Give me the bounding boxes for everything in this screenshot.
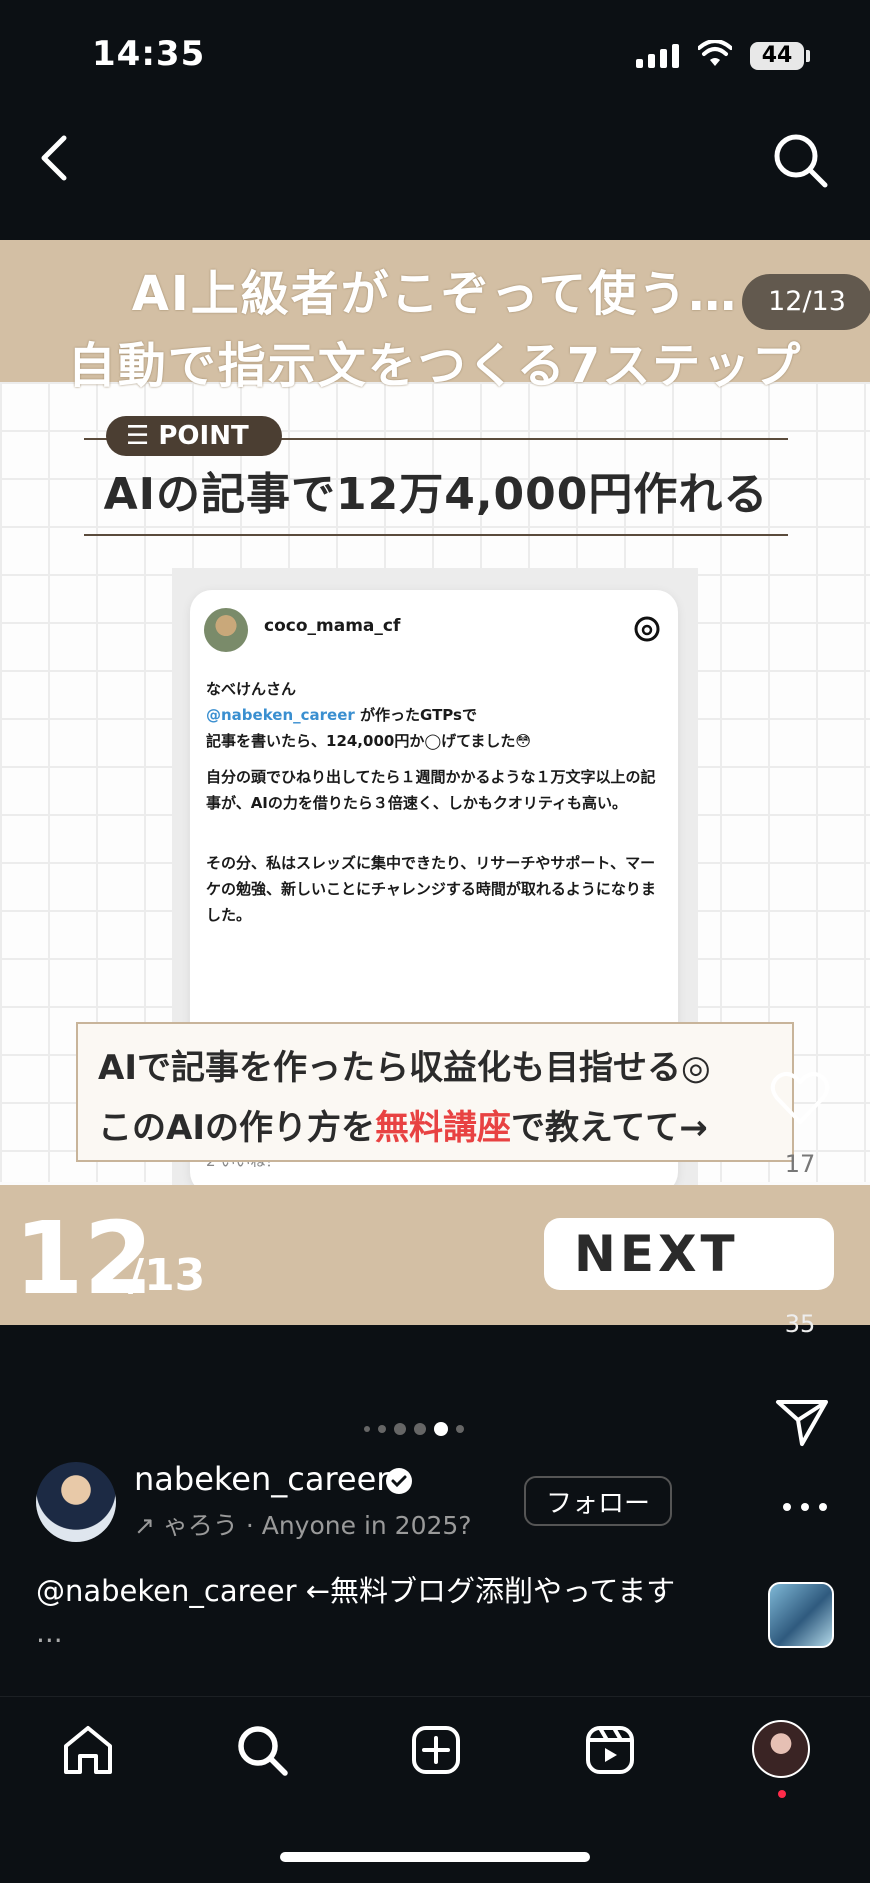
more-icon[interactable] xyxy=(780,1500,830,1514)
caption-text[interactable]: @nabeken_career ←無料ブログ添削やってます xyxy=(36,1568,675,1610)
verified-icon xyxy=(386,1468,412,1494)
comment-count[interactable]: 35 xyxy=(770,1310,830,1338)
divider xyxy=(84,534,788,536)
point-tag: ☰ POINT xyxy=(106,416,282,456)
cta-line-2-post: で教えてて→ xyxy=(510,1108,708,1148)
battery-indicator: 44 xyxy=(750,42,804,70)
audio-thumbnail[interactable] xyxy=(768,1582,834,1648)
carousel-dots xyxy=(364,1422,464,1436)
page-indicator: 12/13 xyxy=(742,274,870,330)
share-icon[interactable] xyxy=(774,1396,830,1448)
author-audio-subtitle[interactable]: ↗ ゃろう · Anyone in 2025? xyxy=(134,1506,472,1542)
notification-dot xyxy=(778,1790,786,1798)
quoted-line-2: @nabeken_career が作ったGTPsで xyxy=(206,702,666,728)
title-banner: AI上級者がこぞって使う… 自動で指示文をつくる7ステップ xyxy=(0,240,870,394)
create-icon[interactable] xyxy=(406,1720,466,1780)
quoted-username: coco_mama_cf xyxy=(264,616,401,636)
quoted-greeting: なべけんさん xyxy=(206,680,297,698)
page-total: /13 xyxy=(128,1250,206,1301)
cta-line-2-pre: このAIの作り方を xyxy=(98,1108,375,1148)
quoted-mention: @nabeken_career xyxy=(206,706,355,724)
quoted-line-2-rest: が作ったGTPsで xyxy=(354,706,477,724)
follow-button[interactable]: フォロー xyxy=(524,1476,672,1526)
quoted-line-3: 記事を書いたら、124,000円か◯げてました😳 xyxy=(206,732,531,750)
cta-line-2: このAIの作り方を無料講座で教えてて→ xyxy=(98,1100,708,1149)
point-title: AIの記事で12万4,000円作れる xyxy=(103,469,769,520)
title-line-2: 自動で指示文をつくる7ステップ xyxy=(67,338,803,394)
quoted-paragraph-3: その分、私はスレッズに集中できたり、リサーチやサポート、マーケの勉強、新しいこと… xyxy=(206,854,656,924)
title-line-1: AI上級者がこぞって使う… xyxy=(131,266,739,322)
status-time: 14:35 xyxy=(92,34,206,74)
search-tab-icon[interactable] xyxy=(232,1720,292,1780)
reels-icon[interactable] xyxy=(580,1720,640,1780)
wifi-icon xyxy=(698,40,732,66)
battery-tip xyxy=(806,50,810,62)
heart-icon[interactable] xyxy=(770,1070,830,1126)
next-label: NEXT xyxy=(574,1225,739,1283)
point-label: POINT xyxy=(158,421,249,451)
author-name[interactable]: nabeken_career xyxy=(134,1460,389,1498)
quoted-avatar xyxy=(204,608,248,652)
home-icon[interactable] xyxy=(58,1720,118,1780)
cta-line-1: AIで記事を作ったら収益化も目指せる◎ xyxy=(98,1048,711,1088)
threads-icon xyxy=(634,616,660,642)
author-avatar[interactable] xyxy=(36,1462,116,1542)
carousel-image[interactable]: AI上級者がこぞって使う… 自動で指示文をつくる7ステップ 12/13 ☰ PO… xyxy=(0,240,870,1325)
list-icon: ☰ xyxy=(126,421,159,451)
profile-avatar-tab[interactable] xyxy=(752,1720,810,1778)
home-indicator xyxy=(280,1852,590,1862)
back-icon[interactable] xyxy=(30,130,78,186)
caption-more[interactable]: ... xyxy=(36,1616,63,1649)
cellular-signal-icon xyxy=(636,44,679,68)
like-count[interactable]: 17 xyxy=(770,1150,830,1178)
search-icon[interactable] xyxy=(770,130,830,190)
comment-icon[interactable] xyxy=(770,1228,830,1288)
quoted-paragraph-2: 自分の頭でひねり出してたら１週間かかるような１万文字以上の記事が、AIの力を借り… xyxy=(206,768,656,812)
cta-highlight: 無料講座 xyxy=(374,1108,511,1148)
